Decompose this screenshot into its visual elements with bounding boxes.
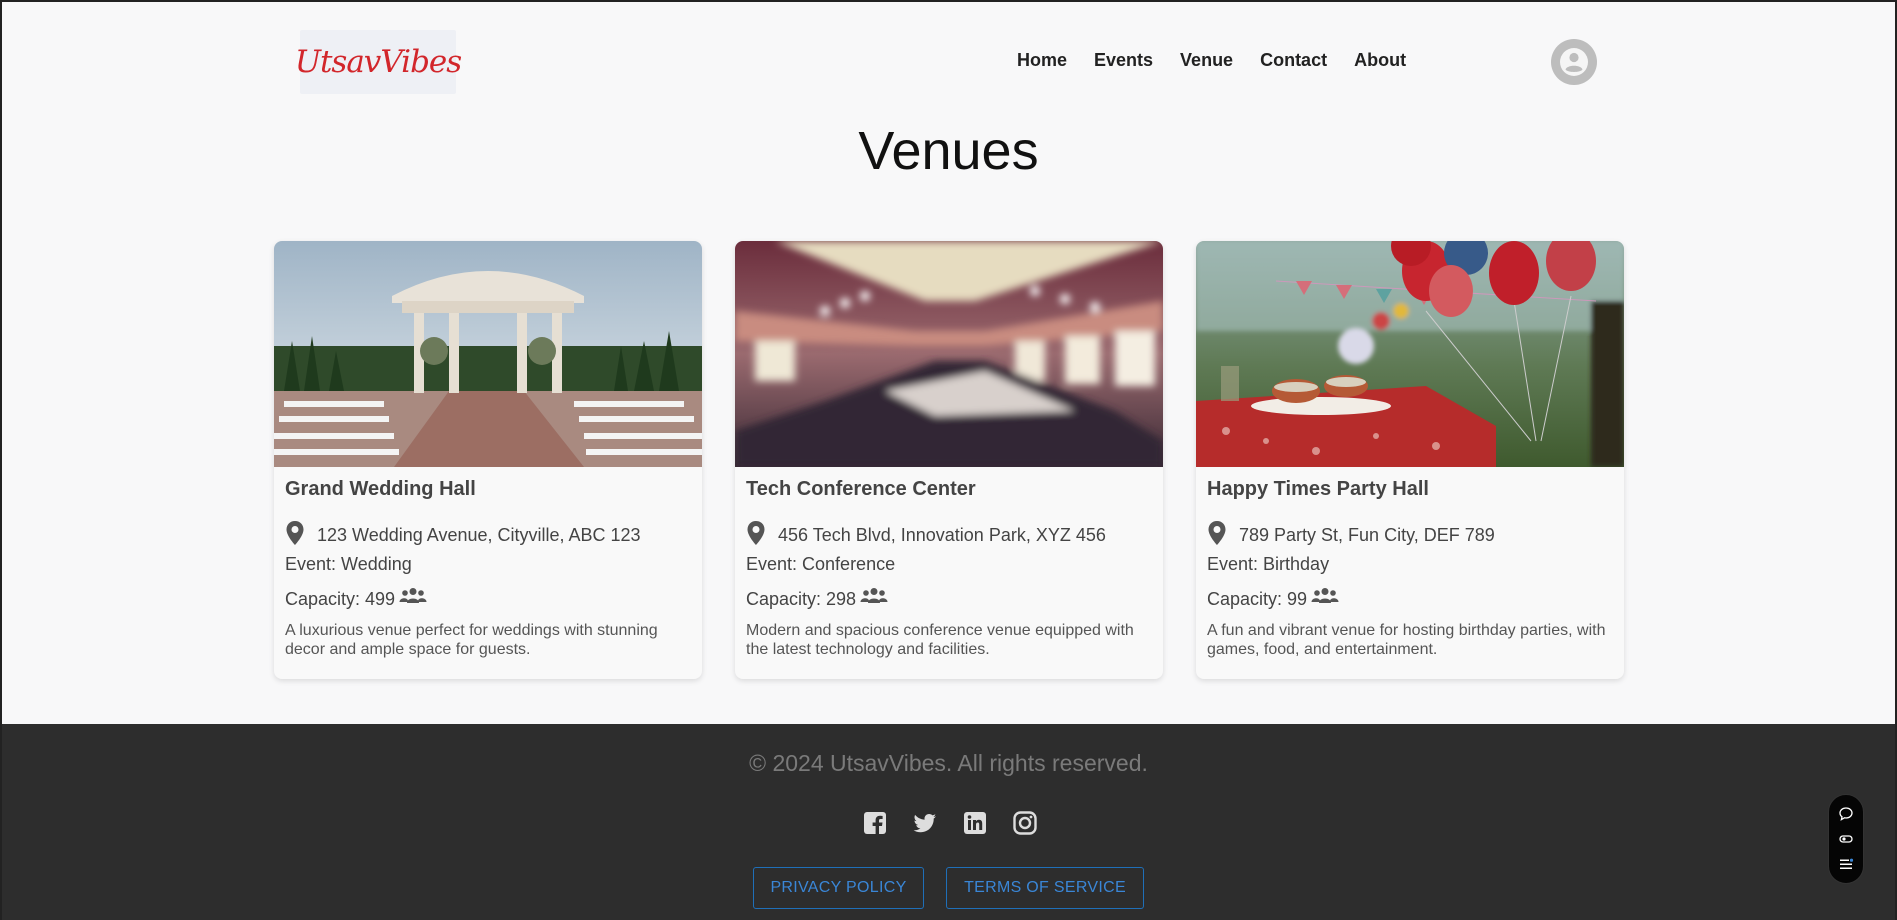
- venue-card-body: Happy Times Party Hall 789 Party St, Fun…: [1196, 467, 1624, 659]
- venue-card-happy-times-party-hall[interactable]: Happy Times Party Hall 789 Party St, Fun…: [1196, 241, 1624, 679]
- twitter-icon[interactable]: [912, 810, 938, 836]
- venue-capacity: Capacity: 499: [285, 587, 691, 610]
- nav-home[interactable]: Home: [1017, 50, 1067, 71]
- venue-card-body: Grand Wedding Hall 123 Wedding Avenue, C…: [274, 467, 702, 659]
- facebook-icon[interactable]: [862, 810, 888, 836]
- venue-name: Grand Wedding Hall: [285, 478, 476, 500]
- venue-capacity: Capacity: 99: [1207, 587, 1613, 610]
- instagram-icon[interactable]: [1012, 810, 1038, 836]
- nav-about[interactable]: About: [1354, 50, 1406, 71]
- people-icon: [1311, 587, 1339, 603]
- venue-address-text: 123 Wedding Avenue, Cityville, ABC 123: [317, 525, 641, 545]
- social-links: [862, 810, 1038, 836]
- venue-capacity-text: Capacity: 499: [285, 589, 396, 609]
- nav-contact[interactable]: Contact: [1260, 50, 1327, 71]
- user-avatar[interactable]: [1551, 39, 1597, 85]
- venue-description: Modern and spacious conference venue equ…: [746, 622, 1134, 658]
- venue-address: 456 Tech Blvd, Innovation Park, XYZ 456: [746, 520, 1152, 546]
- privacy-policy-button[interactable]: PRIVACY POLICY: [753, 867, 924, 909]
- people-icon: [860, 587, 888, 603]
- venue-address: 123 Wedding Avenue, Cityville, ABC 123: [285, 520, 691, 546]
- brand-logo[interactable]: UtsavVibes: [295, 30, 462, 94]
- venue-description: A luxurious venue perfect for weddings w…: [285, 622, 658, 658]
- venue-capacity: Capacity: 298: [746, 587, 1152, 610]
- location-pin-icon: [1208, 521, 1226, 545]
- venue-image-wedding: [274, 241, 702, 467]
- venue-image-birthday: [1196, 241, 1624, 467]
- venue-name: Happy Times Party Hall: [1207, 478, 1429, 500]
- user-icon: [1560, 48, 1588, 76]
- linkedin-icon[interactable]: [962, 810, 988, 836]
- location-pin-icon: [286, 521, 304, 545]
- site-header: UtsavVibes Home Events Venue Contact Abo…: [2, 2, 1895, 120]
- venue-card-body: Tech Conference Center 456 Tech Blvd, In…: [735, 467, 1163, 659]
- venue-address-text: 456 Tech Blvd, Innovation Park, XYZ 456: [778, 525, 1106, 545]
- floating-tool-widget: [1828, 794, 1864, 884]
- page-title: Venues: [858, 121, 1039, 181]
- eye-toggle-icon[interactable]: [1838, 831, 1854, 847]
- copyright-text: © 2024 UtsavVibes. All rights reserved.: [749, 750, 1148, 776]
- nav-venue[interactable]: Venue: [1180, 50, 1233, 71]
- venue-capacity-text: Capacity: 298: [746, 589, 857, 609]
- site-footer: © 2024 UtsavVibes. All rights reserved. …: [2, 724, 1895, 920]
- main-nav: Home Events Venue Contact About: [1017, 50, 1406, 71]
- venue-image-conference: [735, 241, 1163, 467]
- location-pin-icon: [747, 521, 765, 545]
- venue-event: Event: Wedding: [285, 554, 412, 574]
- venue-address-text: 789 Party St, Fun City, DEF 789: [1239, 525, 1495, 545]
- venue-name: Tech Conference Center: [746, 478, 976, 500]
- nav-events[interactable]: Events: [1094, 50, 1153, 71]
- venue-card-tech-conference-center[interactable]: Tech Conference Center 456 Tech Blvd, In…: [735, 241, 1163, 679]
- terms-of-service-button[interactable]: TERMS OF SERVICE: [946, 867, 1144, 909]
- venue-card-grand-wedding-hall[interactable]: Grand Wedding Hall 123 Wedding Avenue, C…: [274, 241, 702, 679]
- chat-bubble-icon[interactable]: [1838, 806, 1854, 822]
- venue-description: A fun and vibrant venue for hosting birt…: [1207, 622, 1606, 658]
- venue-event: Event: Conference: [746, 554, 896, 574]
- people-icon: [399, 587, 427, 603]
- brand-logo-text: UtsavVibes: [294, 44, 462, 80]
- menu-list-icon[interactable]: [1838, 856, 1854, 872]
- venue-address: 789 Party St, Fun City, DEF 789: [1207, 520, 1613, 546]
- venue-event: Event: Birthday: [1207, 554, 1330, 574]
- venue-capacity-text: Capacity: 99: [1207, 589, 1308, 609]
